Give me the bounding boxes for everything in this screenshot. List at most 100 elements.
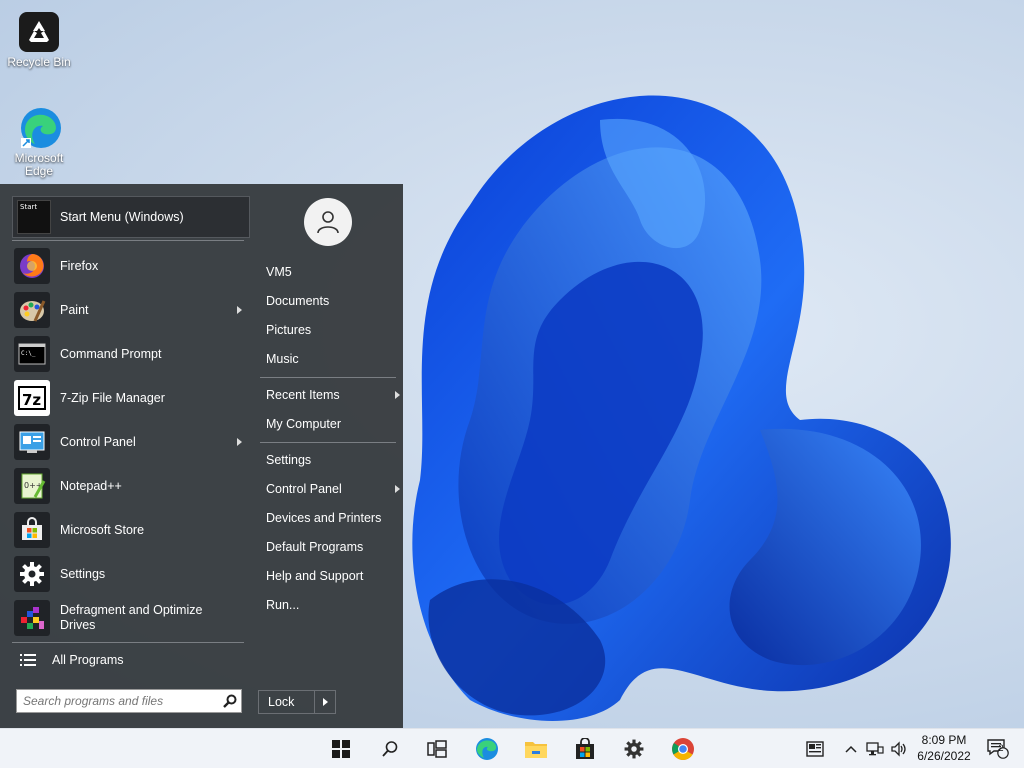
place-help-support[interactable]: Help and Support [260, 563, 402, 589]
desktop-icon-label: Microsoft Edge [14, 151, 64, 178]
place-label: Music [266, 352, 299, 366]
taskbar: 8:09 PM 6/26/2022 2 [0, 728, 1024, 768]
all-programs-label: All Programs [52, 653, 124, 667]
user-name-link[interactable]: VM5 [260, 259, 402, 285]
edge-icon [17, 106, 61, 150]
place-label: Default Programs [266, 540, 364, 554]
place-music[interactable]: Music [260, 346, 402, 372]
clock-time: 8:09 PM [921, 733, 967, 747]
all-programs-button[interactable]: All Programs [12, 646, 250, 674]
notification-center-icon[interactable]: 2 [985, 737, 1011, 761]
program-paint[interactable]: Paint [12, 288, 250, 332]
search-icon[interactable] [376, 735, 404, 763]
control-panel-icon [14, 424, 50, 460]
place-run[interactable]: Run... [260, 592, 402, 618]
place-label: Documents [266, 294, 330, 308]
file-explorer-icon[interactable] [522, 735, 550, 763]
place-label: Pictures [266, 323, 312, 337]
lock-label: Lock [268, 695, 295, 709]
edge-icon[interactable] [473, 735, 501, 763]
program-label-line1: Defragment and Optimize [60, 603, 203, 617]
start-menu-header-label: Start Menu (Windows) [60, 210, 184, 224]
desktop-icon-label: Recycle Bin [7, 55, 71, 69]
place-documents[interactable]: Documents [260, 288, 402, 314]
firefox-icon [14, 248, 50, 284]
program-label-line2: Drives [60, 618, 96, 632]
submenu-arrow-icon [395, 391, 400, 399]
program-microsoft-store[interactable]: Microsoft Store [12, 508, 250, 552]
place-label: My Computer [266, 417, 342, 431]
chrome-icon[interactable] [669, 735, 697, 763]
desktop-icon-recycle-bin[interactable]: Recycle Bin [1, 10, 77, 69]
divider [12, 240, 244, 241]
desktop-icon-edge[interactable]: Microsoft Edge [1, 106, 77, 178]
start-menu-header-item[interactable]: Start Start Menu (Windows) [12, 196, 250, 238]
place-label: Devices and Printers [266, 511, 382, 525]
program-firefox[interactable]: Firefox [12, 244, 250, 288]
windows-start-icon[interactable] [327, 735, 355, 763]
submenu-arrow-icon [237, 306, 242, 314]
place-label: Help and Support [266, 569, 364, 583]
start-menu-icon-text: Start [20, 203, 38, 211]
defrag-icon [14, 600, 50, 636]
program-label: Control Panel [60, 434, 136, 449]
notepadpp-icon: 0++ [14, 468, 50, 504]
user-avatar[interactable] [304, 198, 352, 246]
place-control-panel[interactable]: Control Panel [260, 476, 402, 502]
user-name: VM5 [266, 265, 292, 279]
program-label: Paint [60, 302, 89, 317]
place-my-computer[interactable]: My Computer [260, 411, 402, 437]
store-icon [14, 512, 50, 548]
shutdown-options-arrow[interactable] [314, 691, 335, 713]
start-menu-app-icon: Start [17, 200, 51, 234]
7zip-icon: 7z [14, 380, 50, 416]
place-default-programs[interactable]: Default Programs [260, 534, 402, 560]
network-icon[interactable] [864, 737, 886, 761]
start-menu-programs: Start Start Menu (Windows) Firefox Paint… [0, 184, 250, 728]
program-label: 7-Zip File Manager [60, 390, 165, 405]
gear-icon[interactable] [620, 735, 648, 763]
program-label: Settings [60, 566, 106, 581]
search-icon[interactable] [219, 691, 241, 711]
place-label: Settings [266, 453, 312, 467]
divider [260, 442, 396, 443]
list-icon [20, 654, 36, 666]
search-box[interactable] [16, 689, 242, 713]
clock-date: 6/26/2022 [917, 749, 971, 763]
program-7zip[interactable]: 7z 7-Zip File Manager [12, 376, 250, 420]
news-icon[interactable] [804, 737, 826, 761]
search-input[interactable] [17, 690, 219, 712]
recycle-bin-icon [17, 10, 61, 54]
place-recent-items[interactable]: Recent Items [260, 382, 402, 408]
submenu-arrow-icon [395, 485, 400, 493]
start-menu-places: VM5 Documents Pictures Music Recent Item… [256, 184, 402, 728]
program-label: Command Prompt [60, 346, 162, 361]
divider [12, 642, 244, 643]
svg-text:C:\_: C:\_ [21, 350, 36, 357]
system-clock[interactable]: 8:09 PM 6/26/2022 [906, 732, 982, 764]
notification-count-badge: 2 [998, 743, 1004, 753]
place-pictures[interactable]: Pictures [260, 317, 402, 343]
program-label: Firefox [60, 258, 99, 273]
lock-button[interactable]: Lock [258, 690, 336, 714]
user-icon [317, 211, 339, 234]
gear-icon [14, 556, 50, 592]
place-label: Recent Items [266, 388, 340, 402]
program-defragment[interactable]: Defragment and Optimize Drives [12, 596, 250, 640]
place-label: Control Panel [266, 482, 342, 496]
submenu-arrow-icon [237, 438, 242, 446]
program-command-prompt[interactable]: C:\_ Command Prompt [12, 332, 250, 376]
program-notepadpp[interactable]: 0++ Notepad++ [12, 464, 250, 508]
program-settings[interactable]: Settings [12, 552, 250, 596]
task-view-icon[interactable] [423, 735, 451, 763]
chevron-up-icon[interactable] [842, 737, 860, 761]
place-devices-printers[interactable]: Devices and Printers [260, 505, 402, 531]
store-icon[interactable] [571, 735, 599, 763]
chevron-right-icon [322, 698, 328, 706]
program-label: Notepad++ [60, 478, 122, 493]
paint-icon [14, 292, 50, 328]
divider [260, 377, 396, 378]
place-settings[interactable]: Settings [260, 447, 402, 473]
start-menu: Start Start Menu (Windows) Firefox Paint… [0, 184, 403, 728]
program-control-panel[interactable]: Control Panel [12, 420, 250, 464]
